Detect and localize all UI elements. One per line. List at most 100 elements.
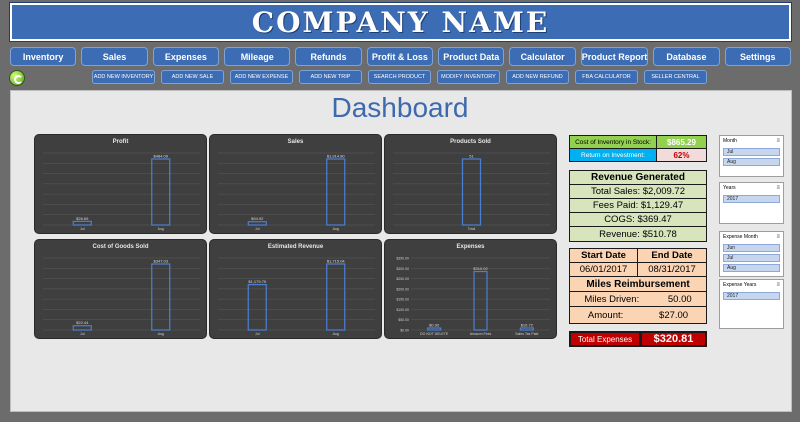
miles-reimbursement-header: Miles Reimbursement	[569, 276, 707, 292]
end-date-value[interactable]: 08/31/2017	[637, 262, 707, 277]
nav-refunds-button[interactable]: Refunds	[295, 47, 362, 66]
cogs-chart-plot: $22.44 Jul $347.03 Aug	[43, 257, 200, 336]
expenses-chart-plot: $0.00 $50.00 $100.00 $150.00 $200.00 $250.00 $…	[396, 257, 550, 336]
slicer-item[interactable]: Jul	[723, 254, 780, 262]
nav-inventory-button[interactable]: Inventory	[10, 47, 77, 66]
bar	[151, 158, 171, 226]
end-date-label: End Date	[637, 248, 707, 263]
y-tick-label: $250.00	[396, 277, 409, 281]
fba-calculator-button[interactable]: FBA CALCULATOR	[575, 70, 638, 84]
slicer-item[interactable]: Jun	[723, 244, 780, 252]
products-sold-chart[interactable]: Products Sold 51 Total	[384, 134, 557, 234]
y-tick-label: $200.00	[396, 287, 409, 291]
modify-inventory-button[interactable]: MODIFY INVENTORY	[437, 70, 500, 84]
expense-month-slicer: Expense Month ≡ Jun Jul Aug	[719, 231, 784, 277]
dashboard-title: Dashboard	[331, 92, 469, 123]
nav-mileage-button[interactable]: Mileage	[224, 47, 291, 66]
slicer-title: Expense Years	[723, 282, 757, 288]
amount-value: $27.00	[659, 309, 689, 321]
nav-settings-button[interactable]: Settings	[724, 47, 791, 66]
slicer-title: Month	[723, 138, 737, 144]
cogs-chart[interactable]: Cost of Goods Sold $22.44 Jul $347.03 Aug	[34, 239, 207, 339]
expenses-chart[interactable]: Expenses $0.00 $50.00 $100.00 $150.00 $200.0…	[384, 239, 557, 339]
filter-icon[interactable]: ≡	[776, 282, 780, 288]
data-label: $22.44	[76, 320, 89, 325]
cost-inventory-value: $865.29	[656, 135, 707, 149]
month-slicer: Month ≡ Jul Aug	[719, 135, 784, 177]
category-label: Amazon Fees	[470, 332, 492, 336]
roi-value: 62%	[656, 148, 707, 162]
y-tick-label: $50.00	[398, 318, 409, 322]
start-date-label: Start Date	[569, 248, 638, 263]
y-tick-label: $0.00	[400, 329, 409, 333]
years-slicer: Years ≡ 2017	[719, 182, 784, 224]
main-nav: Inventory Sales Expenses Mileage Refunds…	[10, 47, 791, 66]
miles-driven-label: Miles Driven:	[584, 293, 640, 305]
category-label: Jul	[80, 227, 85, 231]
category-label: Sales Tax Paid	[515, 332, 538, 336]
data-label: $0.00	[429, 323, 440, 328]
nav-product-report-button[interactable]: Product Report	[580, 47, 649, 66]
company-name: COMPANY NAME	[251, 5, 550, 39]
start-date-value[interactable]: 06/01/2017	[569, 262, 638, 277]
nav-sales-button[interactable]: Sales	[81, 47, 148, 66]
y-tick-label: $100.00	[396, 308, 409, 312]
slicer-item[interactable]: 2017	[723, 195, 780, 203]
bar	[519, 327, 534, 331]
y-tick-label: $300.00	[396, 267, 409, 271]
nav-expenses-button[interactable]: Expenses	[152, 47, 220, 66]
fees-paid: Fees Paid: $1,129.47	[569, 198, 707, 213]
amount-label: Amount:	[587, 309, 624, 321]
filter-icon[interactable]: ≡	[776, 234, 780, 240]
nav-database-button[interactable]: Database	[653, 47, 720, 66]
revenue-header: Revenue Generated	[569, 170, 707, 185]
slicer-item[interactable]: 2017	[723, 292, 780, 300]
nav-profit-loss-button[interactable]: Profit & Loss	[366, 47, 434, 66]
category-label: Jul	[255, 227, 260, 231]
data-label: $1,179.79	[248, 279, 267, 284]
refresh-icon[interactable]	[9, 70, 25, 86]
data-label: $94.92	[251, 216, 264, 221]
category-label: Aug	[333, 227, 339, 231]
sales-chart[interactable]: Sales $94.92 Jul $1,914.80 Aug	[209, 134, 382, 234]
category-label: Jul	[80, 332, 85, 336]
slicer-item[interactable]: Jul	[723, 148, 780, 156]
action-toolbar: ADD NEW INVENTORY ADD NEW SALE ADD NEW E…	[92, 70, 707, 84]
profit-chart[interactable]: Profit $26.69 Jul $484.09 Aug	[34, 134, 207, 234]
data-label: $26.69	[76, 216, 89, 221]
bar	[72, 220, 92, 226]
bar	[247, 221, 267, 226]
slicer-title: Years	[723, 185, 736, 191]
slicer-item[interactable]: Aug	[723, 264, 780, 272]
nav-calculator-button[interactable]: Calculator	[509, 47, 576, 66]
category-label: Aug	[333, 332, 339, 336]
filter-icon[interactable]: ≡	[776, 185, 780, 191]
slicer-item[interactable]: Aug	[723, 158, 780, 166]
miles-driven-row: Miles Driven: 50.00	[569, 291, 707, 307]
add-new-refund-button[interactable]: ADD NEW REFUND	[506, 70, 569, 84]
nav-product-data-button[interactable]: Product Data	[438, 47, 505, 66]
add-new-sale-button[interactable]: ADD NEW SALE	[161, 70, 224, 84]
category-label: DO NOT DELETE	[420, 332, 449, 336]
add-new-trip-button[interactable]: ADD NEW TRIP	[299, 70, 362, 84]
revenue-value: Revenue: $510.78	[569, 226, 707, 242]
bar	[473, 270, 488, 331]
bar	[427, 327, 442, 331]
filter-icon[interactable]: ≡	[776, 138, 780, 144]
seller-central-button[interactable]: SELLER CENTRAL	[644, 70, 707, 84]
roi-label: Return on Investment:	[569, 148, 657, 162]
estimated-revenue-chart[interactable]: Estimated Revenue $1,179.79 Jul $1,715.04 A…	[209, 239, 382, 339]
total-expenses-label: Total Expenses	[569, 331, 641, 347]
bar	[247, 283, 267, 331]
data-label: $10.72	[521, 322, 534, 327]
products-sold-chart-plot: 51 Total	[393, 152, 550, 231]
bar	[151, 263, 171, 331]
bar	[461, 158, 482, 226]
data-label: $1,914.80	[327, 154, 346, 159]
add-new-inventory-button[interactable]: ADD NEW INVENTORY	[92, 70, 155, 84]
total-expenses-value: $320.81	[640, 331, 707, 347]
add-new-expense-button[interactable]: ADD NEW EXPENSE	[230, 70, 293, 84]
sales-chart-plot: $94.92 Jul $1,914.80 Aug	[218, 152, 375, 231]
search-product-button[interactable]: SEARCH PRODUCT	[368, 70, 431, 84]
total-sales: Total Sales: $2,009.72	[569, 184, 707, 199]
